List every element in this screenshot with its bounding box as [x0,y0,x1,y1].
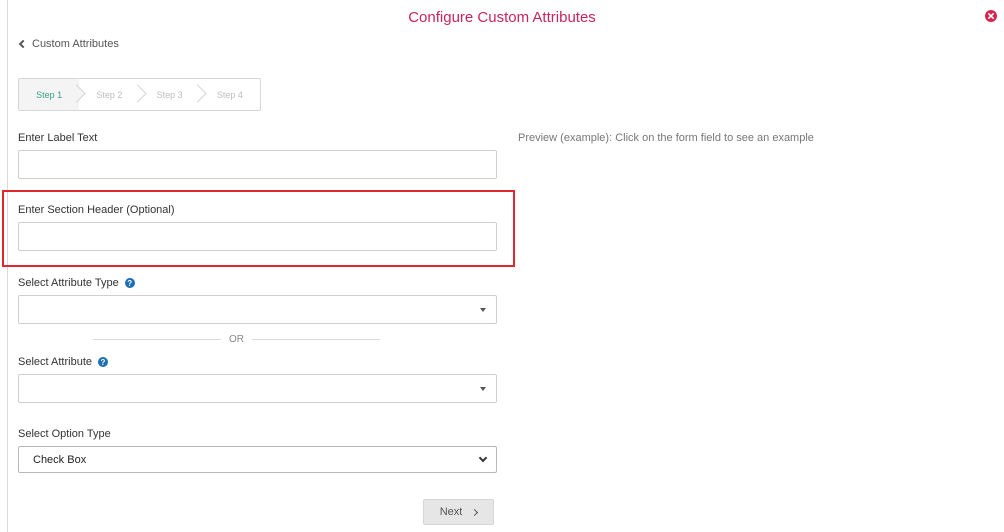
step-label: Step 3 [156,89,183,100]
step-3-tab[interactable]: Step 3 [140,79,207,110]
question-circle-icon[interactable]: ? [98,357,108,367]
option-type-value: Check Box [33,453,87,466]
label-text-label: Enter Label Text [18,132,98,144]
next-button[interactable]: Next [423,499,494,525]
step-wizard: Step 1 Step 2 Step 3 Step 4 [18,78,261,111]
step-2-tab[interactable]: Step 2 [79,79,147,110]
caret-down-icon [480,387,486,391]
question-circle-icon[interactable]: ? [124,278,135,288]
attribute-select[interactable] [18,374,497,403]
attribute-label: Select Attribute ? [18,356,108,368]
back-link[interactable]: Custom Attributes [18,37,119,51]
attribute-type-label-text: Select Attribute Type [18,277,119,289]
or-divider: OR [93,333,380,346]
step-label: Step 2 [96,89,123,100]
step-1-tab[interactable]: Step 1 [19,79,86,110]
modal-title: Configure Custom Attributes [408,9,596,26]
option-type-label: Select Option Type [18,428,111,440]
step-4-tab[interactable]: Step 4 [200,79,260,110]
chevron-right-icon [471,508,479,516]
next-button-label: Next [439,506,463,518]
chevron-down-icon [478,453,488,463]
caret-down-icon [480,308,486,312]
close-icon[interactable] [985,10,997,22]
back-link-label: Custom Attributes [32,38,119,50]
attribute-type-label: Select Attribute Type ? [18,277,135,289]
section-header-label: Enter Section Header (Optional) [18,204,175,216]
attribute-label-text: Select Attribute [18,356,92,368]
section-header-input[interactable] [18,222,497,251]
attribute-type-select[interactable] [18,295,497,324]
step-label: Step 4 [216,89,243,100]
option-type-select[interactable]: Check Box [18,446,497,473]
divider-line [93,339,221,340]
divider-line [252,339,380,340]
label-text-input[interactable] [18,150,497,179]
step-label: Step 1 [36,89,63,100]
preview-hint: Preview (example): Click on the form fie… [518,132,814,144]
or-text: OR [229,334,244,345]
chevron-left-icon [18,39,28,49]
